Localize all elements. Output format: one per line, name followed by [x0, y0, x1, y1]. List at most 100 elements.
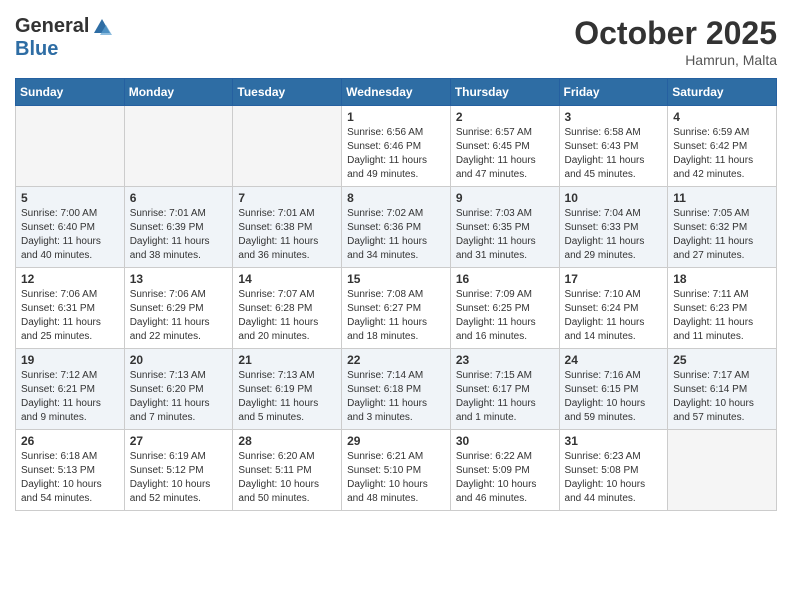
calendar-cell: 1 Sunrise: 6:56 AMSunset: 6:46 PMDaylight…: [342, 106, 451, 187]
page-header: General Blue October 2025 Hamrun, Malta: [15, 15, 777, 68]
day-number: 5: [21, 191, 119, 205]
day-number: 8: [347, 191, 445, 205]
day-number: 2: [456, 110, 554, 124]
day-info: Sunrise: 7:12 AMSunset: 6:21 PMDaylight:…: [21, 369, 119, 425]
calendar-cell: 27Sunrise: 6:19 AMSunset: 5:12 PMDayligh…: [124, 430, 233, 511]
column-header-wednesday: Wednesday: [342, 79, 451, 106]
day-number: 30: [456, 434, 554, 448]
day-number: 22: [347, 353, 445, 367]
day-number: 31: [565, 434, 663, 448]
calendar-cell: 12 Sunrise: 7:06 AMSunset: 6:31 PMDayligh…: [16, 268, 125, 349]
day-info: Sunrise: 7:13 AMSunset: 6:19 PMDaylight:…: [238, 369, 336, 425]
day-info: Sunrise: 7:03 AMSunset: 6:35 PMDaylight:…: [456, 207, 554, 263]
calendar-cell: 20 Sunrise: 7:13 AMSunset: 6:20 PMDayligh…: [124, 349, 233, 430]
day-number: 24: [565, 353, 663, 367]
day-number: 18: [673, 272, 771, 286]
day-info: Sunrise: 7:11 AMSunset: 6:23 PMDaylight:…: [673, 288, 771, 344]
logo-icon: [92, 17, 112, 37]
day-number: 23: [456, 353, 554, 367]
day-info: Sunrise: 6:20 AMSunset: 5:11 PMDaylight:…: [238, 450, 336, 506]
day-info: Sunrise: 6:58 AMSunset: 6:43 PMDaylight:…: [565, 126, 663, 182]
week-row-3: 12 Sunrise: 7:06 AMSunset: 6:31 PMDayligh…: [16, 268, 777, 349]
calendar-cell: 30 Sunrise: 6:22 AMSunset: 5:09 PMDayligh…: [450, 430, 559, 511]
calendar-cell: 14Sunrise: 7:07 AMSunset: 6:28 PMDayligh…: [233, 268, 342, 349]
calendar-cell: 26Sunrise: 6:18 AMSunset: 5:13 PMDayligh…: [16, 430, 125, 511]
day-info: Sunrise: 7:10 AMSunset: 6:24 PMDaylight:…: [565, 288, 663, 344]
day-info: Sunrise: 7:13 AMSunset: 6:20 PMDaylight:…: [130, 369, 228, 425]
calendar-cell: 6 Sunrise: 7:01 AMSunset: 6:39 PMDaylight…: [124, 187, 233, 268]
calendar-cell: 3 Sunrise: 6:58 AMSunset: 6:43 PMDaylight…: [559, 106, 668, 187]
column-header-tuesday: Tuesday: [233, 79, 342, 106]
day-number: 15: [347, 272, 445, 286]
calendar-cell: 17 Sunrise: 7:10 AMSunset: 6:24 PMDayligh…: [559, 268, 668, 349]
calendar-cell: 11 Sunrise: 7:05 AMSunset: 6:32 PMDayligh…: [668, 187, 777, 268]
calendar-cell: 22 Sunrise: 7:14 AMSunset: 6:18 PMDayligh…: [342, 349, 451, 430]
day-info: Sunrise: 7:01 AMSunset: 6:39 PMDaylight:…: [130, 207, 228, 263]
column-header-saturday: Saturday: [668, 79, 777, 106]
calendar-cell: 7Sunrise: 7:01 AMSunset: 6:38 PMDaylight…: [233, 187, 342, 268]
day-info: Sunrise: 6:57 AMSunset: 6:45 PMDaylight:…: [456, 126, 554, 182]
day-info: Sunrise: 6:22 AMSunset: 5:09 PMDaylight:…: [456, 450, 554, 506]
day-number: 14: [238, 272, 336, 286]
day-number: 11: [673, 191, 771, 205]
calendar-cell: 21 Sunrise: 7:13 AMSunset: 6:19 PMDayligh…: [233, 349, 342, 430]
day-number: 9: [456, 191, 554, 205]
calendar-cell: 23 Sunrise: 7:15 AMSunset: 6:17 PMDayligh…: [450, 349, 559, 430]
title-area: October 2025 Hamrun, Malta: [574, 15, 777, 68]
calendar-cell: 18 Sunrise: 7:11 AMSunset: 6:23 PMDayligh…: [668, 268, 777, 349]
day-number: 20: [130, 353, 228, 367]
week-row-2: 5 Sunrise: 7:00 AMSunset: 6:40 PMDaylight…: [16, 187, 777, 268]
day-number: 4: [673, 110, 771, 124]
day-info: Sunrise: 7:06 AMSunset: 6:31 PMDaylight:…: [21, 288, 119, 344]
week-row-4: 19Sunrise: 7:12 AMSunset: 6:21 PMDayligh…: [16, 349, 777, 430]
day-info: Sunrise: 7:04 AMSunset: 6:33 PMDaylight:…: [565, 207, 663, 263]
month-title: October 2025: [574, 15, 777, 52]
day-info: Sunrise: 7:17 AMSunset: 6:14 PMDaylight:…: [673, 369, 771, 425]
column-header-sunday: Sunday: [16, 79, 125, 106]
location-subtitle: Hamrun, Malta: [574, 52, 777, 68]
day-info: Sunrise: 7:05 AMSunset: 6:32 PMDaylight:…: [673, 207, 771, 263]
day-number: 3: [565, 110, 663, 124]
day-number: 6: [130, 191, 228, 205]
column-header-monday: Monday: [124, 79, 233, 106]
calendar-cell: 4 Sunrise: 6:59 AMSunset: 6:42 PMDaylight…: [668, 106, 777, 187]
week-row-5: 26Sunrise: 6:18 AMSunset: 5:13 PMDayligh…: [16, 430, 777, 511]
calendar-cell: 31Sunrise: 6:23 AMSunset: 5:08 PMDayligh…: [559, 430, 668, 511]
day-info: Sunrise: 7:08 AMSunset: 6:27 PMDaylight:…: [347, 288, 445, 344]
day-info: Sunrise: 7:02 AMSunset: 6:36 PMDaylight:…: [347, 207, 445, 263]
column-header-thursday: Thursday: [450, 79, 559, 106]
column-header-friday: Friday: [559, 79, 668, 106]
day-info: Sunrise: 7:00 AMSunset: 6:40 PMDaylight:…: [21, 207, 119, 263]
calendar-cell: 5 Sunrise: 7:00 AMSunset: 6:40 PMDaylight…: [16, 187, 125, 268]
day-info: Sunrise: 7:01 AMSunset: 6:38 PMDaylight:…: [238, 207, 336, 263]
day-info: Sunrise: 6:21 AMSunset: 5:10 PMDaylight:…: [347, 450, 445, 506]
logo-general-text: General: [15, 15, 89, 38]
day-info: Sunrise: 6:56 AMSunset: 6:46 PMDaylight:…: [347, 126, 445, 182]
day-info: Sunrise: 6:19 AMSunset: 5:12 PMDaylight:…: [130, 450, 228, 506]
calendar-cell: 19Sunrise: 7:12 AMSunset: 6:21 PMDayligh…: [16, 349, 125, 430]
day-info: Sunrise: 6:59 AMSunset: 6:42 PMDaylight:…: [673, 126, 771, 182]
day-number: 1: [347, 110, 445, 124]
day-info: Sunrise: 7:09 AMSunset: 6:25 PMDaylight:…: [456, 288, 554, 344]
day-info: Sunrise: 7:14 AMSunset: 6:18 PMDaylight:…: [347, 369, 445, 425]
day-info: Sunrise: 6:18 AMSunset: 5:13 PMDaylight:…: [21, 450, 119, 506]
calendar-cell: [124, 106, 233, 187]
calendar-cell: [233, 106, 342, 187]
calendar-cell: 15 Sunrise: 7:08 AMSunset: 6:27 PMDayligh…: [342, 268, 451, 349]
calendar-cell: 24 Sunrise: 7:16 AMSunset: 6:15 PMDayligh…: [559, 349, 668, 430]
calendar-cell: 10 Sunrise: 7:04 AMSunset: 6:33 PMDayligh…: [559, 187, 668, 268]
calendar-cell: 28Sunrise: 6:20 AMSunset: 5:11 PMDayligh…: [233, 430, 342, 511]
day-number: 25: [673, 353, 771, 367]
calendar-cell: [668, 430, 777, 511]
day-number: 12: [21, 272, 119, 286]
day-number: 21: [238, 353, 336, 367]
day-info: Sunrise: 7:15 AMSunset: 6:17 PMDaylight:…: [456, 369, 554, 425]
calendar-cell: 2 Sunrise: 6:57 AMSunset: 6:45 PMDaylight…: [450, 106, 559, 187]
calendar-cell: [16, 106, 125, 187]
day-number: 10: [565, 191, 663, 205]
day-number: 29: [347, 434, 445, 448]
day-number: 17: [565, 272, 663, 286]
calendar-cell: 9 Sunrise: 7:03 AMSunset: 6:35 PMDaylight…: [450, 187, 559, 268]
day-info: Sunrise: 7:16 AMSunset: 6:15 PMDaylight:…: [565, 369, 663, 425]
day-number: 16: [456, 272, 554, 286]
